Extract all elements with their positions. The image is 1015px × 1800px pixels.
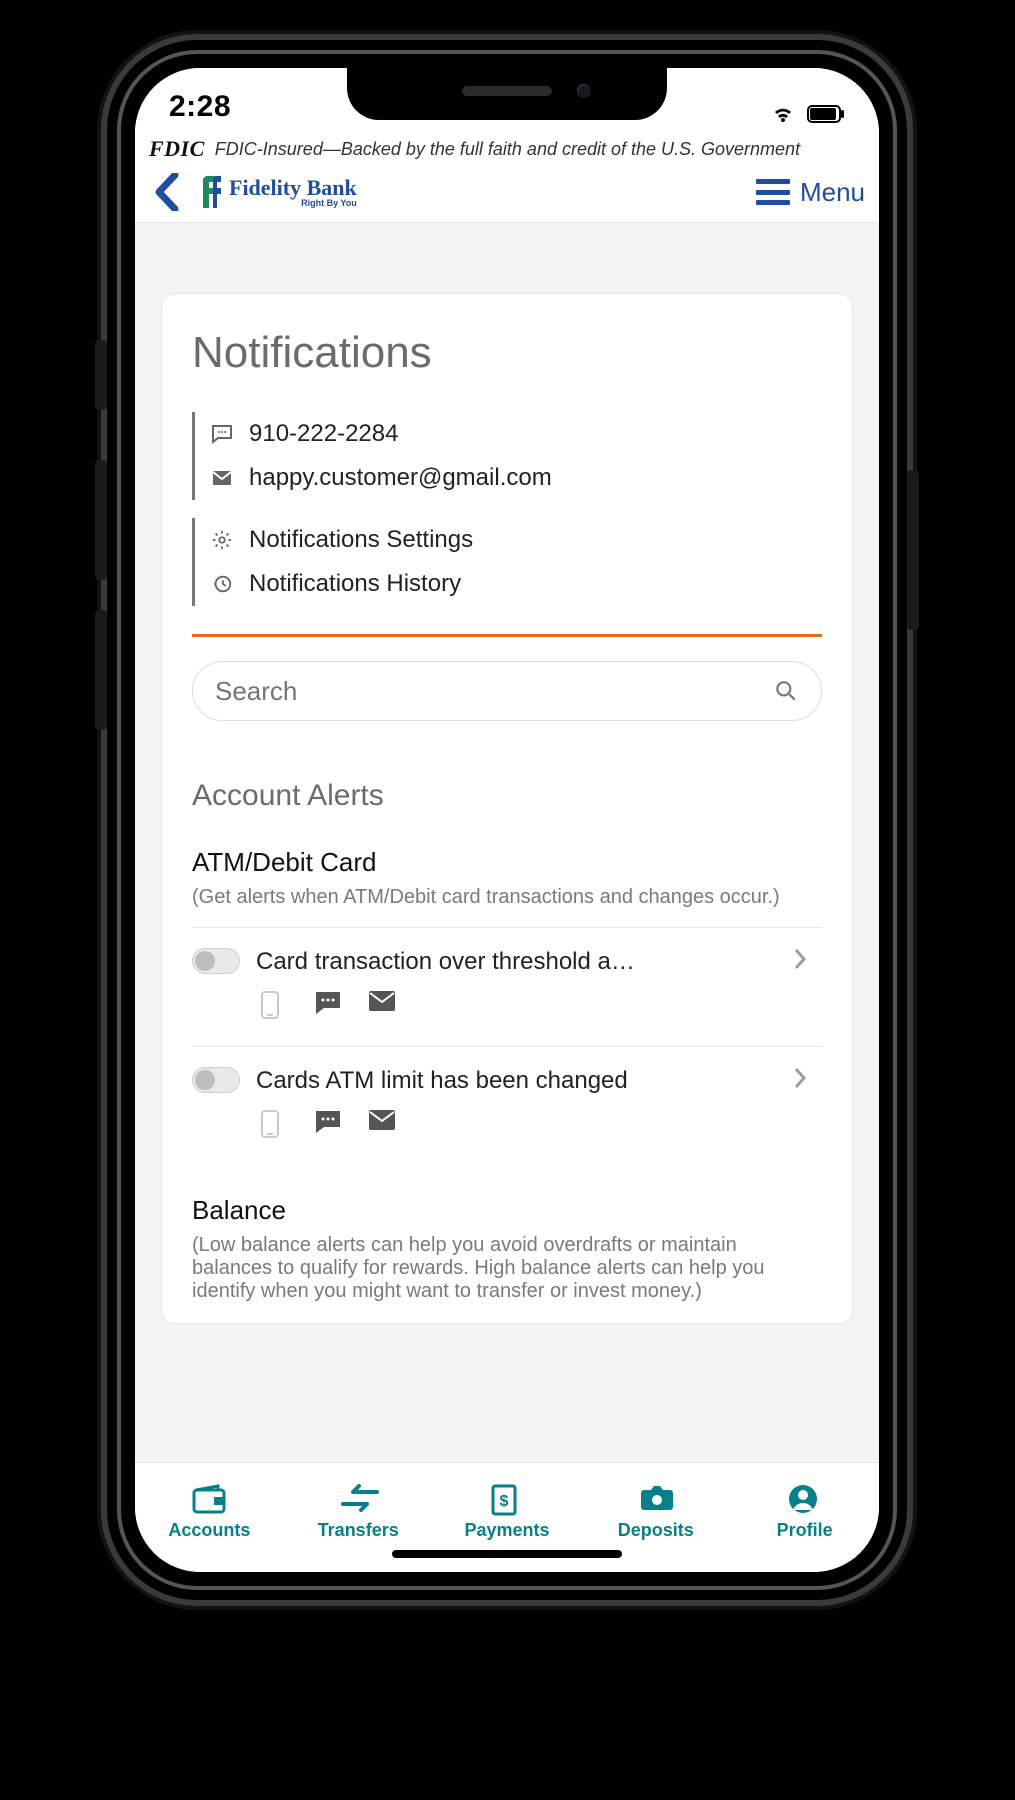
menu-button[interactable]: Menu bbox=[756, 177, 865, 208]
gear-icon bbox=[209, 527, 235, 553]
alert-title: Cards ATM limit has been changed bbox=[256, 1067, 792, 1095]
search-input[interactable] bbox=[215, 676, 773, 707]
sms-bubble-icon bbox=[209, 421, 235, 447]
fdic-badge: FDIC bbox=[149, 136, 205, 162]
chevron-right-icon bbox=[792, 948, 822, 970]
contact-phone-row[interactable]: 910-222-2284 bbox=[209, 412, 822, 456]
nav-accounts[interactable]: Accounts bbox=[135, 1463, 284, 1562]
receipt-icon: $ bbox=[490, 1484, 524, 1514]
svg-text:$: $ bbox=[500, 1493, 509, 1510]
alert-group-desc-balance: (Low balance alerts can help you avoid o… bbox=[192, 1234, 822, 1303]
search-icon bbox=[773, 678, 799, 704]
home-indicator[interactable] bbox=[392, 1550, 622, 1558]
screen: 2:28 FDIC FDIC-Insured—Backed by the ful… bbox=[135, 68, 879, 1572]
alert-toggle[interactable] bbox=[192, 948, 240, 974]
menu-label: Menu bbox=[800, 177, 865, 208]
hamburger-icon bbox=[756, 179, 790, 205]
phone-frame: 2:28 FDIC FDIC-Insured—Backed by the ful… bbox=[107, 40, 907, 1600]
nav-label: Deposits bbox=[618, 1520, 694, 1541]
email-channel-icon[interactable] bbox=[368, 1109, 396, 1137]
envelope-icon bbox=[209, 465, 235, 491]
power-button bbox=[907, 470, 919, 630]
nav-label: Profile bbox=[777, 1520, 833, 1541]
contact-phone-value: 910-222-2284 bbox=[249, 420, 398, 448]
brand-logo[interactable]: Fidelity Bank Right By You bbox=[199, 174, 357, 210]
nav-deposits[interactable]: Deposits bbox=[581, 1463, 730, 1562]
notifications-card: Notifications 910-222-2284 happy.custome… bbox=[161, 293, 853, 1324]
alert-group-title-balance: Balance bbox=[192, 1195, 822, 1226]
notifications-settings-link[interactable]: Notifications Settings bbox=[209, 518, 822, 562]
camera-icon bbox=[639, 1484, 673, 1514]
nav-label: Transfers bbox=[318, 1520, 399, 1541]
chevron-left-icon bbox=[153, 173, 179, 211]
brand-name: Fidelity Bank bbox=[229, 177, 357, 199]
content-area: Notifications 910-222-2284 happy.custome… bbox=[135, 253, 879, 1472]
alert-toggle[interactable] bbox=[192, 1067, 240, 1093]
history-label: Notifications History bbox=[249, 570, 461, 598]
alert-group-desc-atm: (Get alerts when ATM/Debit card transact… bbox=[192, 886, 822, 909]
volume-down-button bbox=[95, 610, 107, 730]
contact-email-value: happy.customer@gmail.com bbox=[249, 464, 552, 492]
account-alerts-heading: Account Alerts bbox=[192, 779, 822, 813]
sms-channel-icon[interactable] bbox=[314, 1109, 342, 1137]
orange-divider bbox=[192, 634, 822, 637]
nav-profile[interactable]: Profile bbox=[730, 1463, 879, 1562]
nav-label: Payments bbox=[464, 1520, 549, 1541]
profile-icon bbox=[788, 1484, 822, 1514]
volume-up-button bbox=[95, 460, 107, 580]
alert-item[interactable]: Cards ATM limit has been changed bbox=[192, 1046, 822, 1147]
alert-group-title-atm: ATM/Debit Card bbox=[192, 847, 822, 878]
back-button[interactable] bbox=[149, 172, 183, 212]
mute-switch bbox=[95, 340, 107, 410]
search-field[interactable] bbox=[192, 661, 822, 721]
app-header: FDIC FDIC-Insured—Backed by the full fai… bbox=[135, 128, 879, 223]
nav-transfers[interactable]: Transfers bbox=[284, 1463, 433, 1562]
nav-payments[interactable]: $ Payments bbox=[433, 1463, 582, 1562]
status-time: 2:28 bbox=[169, 90, 231, 124]
page-title: Notifications bbox=[192, 328, 822, 378]
alert-item[interactable]: Card transaction over threshold a… bbox=[192, 927, 822, 1028]
history-icon bbox=[209, 571, 235, 597]
email-channel-icon[interactable] bbox=[368, 990, 396, 1018]
battery-icon bbox=[807, 105, 845, 123]
brand-tagline: Right By You bbox=[301, 199, 357, 208]
chevron-right-icon bbox=[792, 1067, 822, 1089]
settings-label: Notifications Settings bbox=[249, 526, 473, 554]
wifi-icon bbox=[771, 104, 795, 124]
transfer-arrows-icon bbox=[341, 1484, 375, 1514]
sms-channel-icon[interactable] bbox=[314, 990, 342, 1018]
push-channel-icon[interactable] bbox=[260, 1109, 288, 1137]
alert-title: Card transaction over threshold a… bbox=[256, 948, 792, 976]
notifications-history-link[interactable]: Notifications History bbox=[209, 562, 822, 606]
nav-label: Accounts bbox=[168, 1520, 250, 1541]
push-channel-icon[interactable] bbox=[260, 990, 288, 1018]
fidelity-logo-icon bbox=[199, 174, 225, 210]
wallet-icon bbox=[192, 1484, 226, 1514]
fdic-disclosure: FDIC-Insured—Backed by the full faith an… bbox=[215, 139, 800, 160]
contact-email-row[interactable]: happy.customer@gmail.com bbox=[209, 456, 822, 500]
notch bbox=[347, 68, 667, 120]
